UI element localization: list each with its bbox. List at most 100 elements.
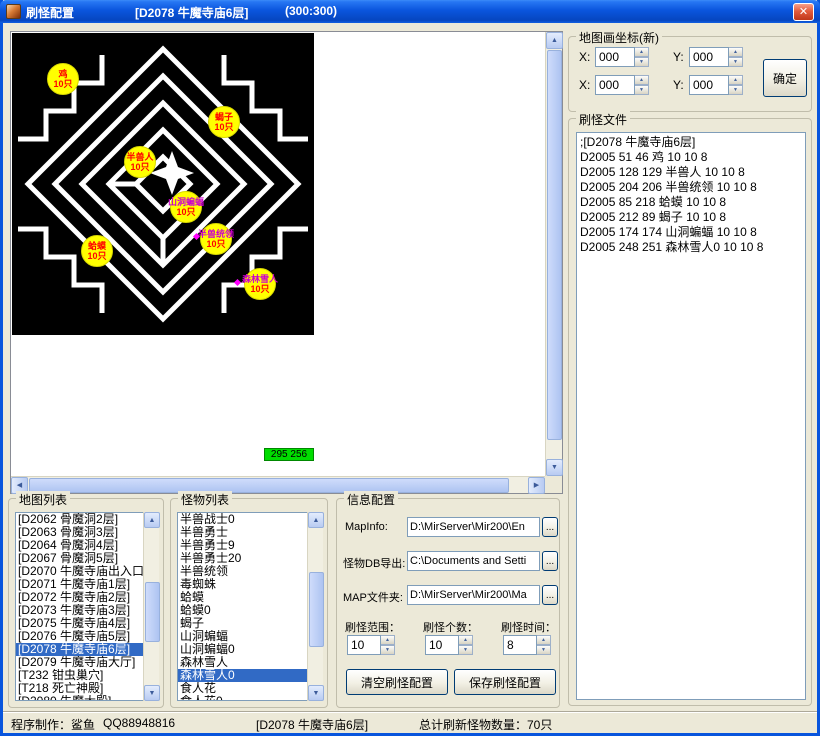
list-item[interactable]: 蛤蟆0 [178, 604, 322, 617]
vertical-scroll-thumb[interactable] [145, 582, 160, 642]
list-item[interactable]: 森林雪人 [178, 656, 322, 669]
spin-up-icon[interactable]: ▲ [729, 75, 743, 85]
y1-input[interactable] [689, 47, 729, 67]
monster-marker[interactable]: 半兽人10只 [124, 146, 156, 178]
list-item[interactable]: 蛤蟆 [178, 591, 322, 604]
spawn-file-group-title: 刷怪文件 [576, 111, 630, 128]
spawn-range-spinbox: ▲ ▼ [347, 635, 395, 655]
spin-up-icon[interactable]: ▲ [635, 75, 649, 85]
map-canvas[interactable]: 鸡10只蝎子10只半兽人10只山洞蝙蝠10只半兽统领10只蛤蟆10只森林雪人10… [12, 33, 314, 335]
list-item[interactable]: [T218 死亡神殿] [16, 682, 158, 695]
list-item[interactable]: [D2064 骨魔洞4层] [16, 539, 158, 552]
scroll-up-button[interactable]: ▲ [546, 32, 563, 49]
x1-input[interactable] [595, 47, 635, 67]
mapinfo-label: MapInfo: [345, 521, 388, 533]
monster-marker[interactable]: 山洞蝙蝠10只 [170, 191, 202, 223]
marker-name: 蛤蟆 [88, 241, 106, 251]
spin-down-icon[interactable]: ▼ [537, 645, 551, 655]
list-item[interactable]: 毒蜘蛛 [178, 578, 322, 591]
monster-marker[interactable]: 半兽统领10只 [200, 223, 232, 255]
list-item[interactable]: [D2067 骨魔洞5层] [16, 552, 158, 565]
title-bar[interactable]: 刷怪配置 [D2078 牛魔寺庙6层] (300:300) ✕ [0, 0, 820, 23]
list-item[interactable]: [D2070 牛魔寺庙出入口] [16, 565, 158, 578]
list-item[interactable]: [D2078 牛魔寺庙6层] [16, 643, 158, 656]
list-item[interactable]: [T232 钳虫巢穴] [16, 669, 158, 682]
list-item[interactable]: 山洞蝙蝠 [178, 630, 322, 643]
map-folder-path-input[interactable] [407, 585, 540, 605]
list-item[interactable]: 半兽统领 [178, 565, 322, 578]
horizontal-scroll-thumb[interactable] [29, 478, 509, 493]
spawn-file-line: D2005 212 89 蝎子 10 10 8 [580, 210, 802, 225]
x2-input[interactable] [595, 75, 635, 95]
close-button[interactable]: ✕ [793, 3, 814, 21]
spin-down-icon[interactable]: ▼ [729, 85, 743, 95]
list-item[interactable]: [D2075 牛魔寺庙4层] [16, 617, 158, 630]
list-item[interactable]: [D2072 牛魔寺庙2层] [16, 591, 158, 604]
y2-input[interactable] [689, 75, 729, 95]
spin-down-icon[interactable]: ▼ [635, 85, 649, 95]
status-author: 程序制作：鲨鱼 [11, 716, 95, 733]
marker-count: 10只 [176, 207, 195, 217]
list-item[interactable]: 食人花 [178, 682, 322, 695]
map-vertical-scrollbar[interactable]: ▲ ▼ [545, 32, 562, 476]
scroll-up-button[interactable]: ▲ [308, 512, 324, 528]
list-item[interactable]: [D2076 牛魔寺庙5层] [16, 630, 158, 643]
vertical-scroll-thumb[interactable] [547, 50, 562, 440]
spin-up-icon[interactable]: ▲ [729, 47, 743, 57]
save-spawn-config-button[interactable]: 保存刷怪配置 [454, 669, 556, 695]
spawn-range-input[interactable] [347, 635, 381, 655]
spin-down-icon[interactable]: ▼ [381, 645, 395, 655]
scroll-down-button[interactable]: ▼ [308, 685, 324, 701]
monster-marker[interactable]: 森林雪人10只 [244, 268, 276, 300]
spin-up-icon[interactable]: ▲ [635, 47, 649, 57]
scroll-down-button[interactable]: ▼ [144, 685, 160, 701]
scroll-right-button[interactable]: ▶ [528, 477, 545, 494]
spin-up-icon[interactable]: ▲ [381, 635, 395, 645]
spawn-file-list[interactable]: ;[D2078 牛魔寺庙6层]D2005 51 46 鸡 10 10 8D200… [576, 132, 806, 700]
monster-marker[interactable]: 鸡10只 [47, 63, 79, 95]
spawn-time-input[interactable] [503, 635, 537, 655]
confirm-button[interactable]: 确定 [763, 59, 807, 97]
scroll-up-button[interactable]: ▲ [144, 512, 160, 528]
vertical-scroll-thumb[interactable] [309, 572, 324, 647]
spin-down-icon[interactable]: ▼ [459, 645, 473, 655]
list-item[interactable]: 食人花0 [178, 695, 322, 701]
map-viewport[interactable]: 鸡10只蝎子10只半兽人10只山洞蝙蝠10只半兽统领10只蛤蟆10只森林雪人10… [10, 31, 563, 494]
mapinfo-browse-button[interactable]: ... [542, 517, 558, 537]
list-item[interactable]: 半兽勇士20 [178, 552, 322, 565]
list-item[interactable]: [D2063 骨魔洞3层] [16, 526, 158, 539]
status-qq: QQ88948816 [103, 716, 175, 730]
mapinfo-path-input[interactable] [407, 517, 540, 537]
map-listbox[interactable]: [D2062 骨魔洞2层][D2063 骨魔洞3层][D2064 骨魔洞4层][… [15, 512, 159, 701]
list-item[interactable]: 半兽勇士 [178, 526, 322, 539]
list-item[interactable]: [D2062 骨魔洞2层] [16, 513, 158, 526]
spawn-count-input[interactable] [425, 635, 459, 655]
map-horizontal-scrollbar[interactable]: ◀ ▶ [11, 476, 545, 493]
list-item[interactable]: 蝎子 [178, 617, 322, 630]
window-title: 刷怪配置 [26, 4, 74, 21]
monster-marker[interactable]: 蝎子10只 [208, 106, 240, 138]
spin-up-icon[interactable]: ▲ [459, 635, 473, 645]
scroll-down-button[interactable]: ▼ [546, 459, 563, 476]
map-list-scrollbar[interactable]: ▲ ▼ [143, 512, 159, 701]
monster-listbox[interactable]: 半兽战士0半兽勇士半兽勇士9半兽勇士20半兽统领毒蜘蛛蛤蟆蛤蟆0蝎子山洞蝙蝠山洞… [177, 512, 323, 701]
x-label: X: [579, 78, 590, 92]
spin-down-icon[interactable]: ▼ [729, 57, 743, 67]
list-item[interactable]: 半兽战士0 [178, 513, 322, 526]
spin-down-icon[interactable]: ▼ [635, 57, 649, 67]
monster-marker[interactable]: 蛤蟆10只 [81, 235, 113, 267]
spawn-count-spinbox: ▲ ▼ [425, 635, 473, 655]
monster-db-browse-button[interactable]: ... [542, 551, 558, 571]
list-item[interactable]: [D2080 牛魔大殿] [16, 695, 158, 701]
monster-list-scrollbar[interactable]: ▲ ▼ [307, 512, 323, 701]
list-item[interactable]: 半兽勇士9 [178, 539, 322, 552]
list-item[interactable]: 森林雪人0 [178, 669, 322, 682]
list-item[interactable]: [D2073 牛魔寺庙3层] [16, 604, 158, 617]
monster-db-path-input[interactable] [407, 551, 540, 571]
list-item[interactable]: 山洞蝙蝠0 [178, 643, 322, 656]
map-folder-browse-button[interactable]: ... [542, 585, 558, 605]
spin-up-icon[interactable]: ▲ [537, 635, 551, 645]
clear-spawn-config-button[interactable]: 清空刷怪配置 [346, 669, 448, 695]
list-item[interactable]: [D2079 牛魔寺庙大厅] [16, 656, 158, 669]
list-item[interactable]: [D2071 牛魔寺庙1层] [16, 578, 158, 591]
